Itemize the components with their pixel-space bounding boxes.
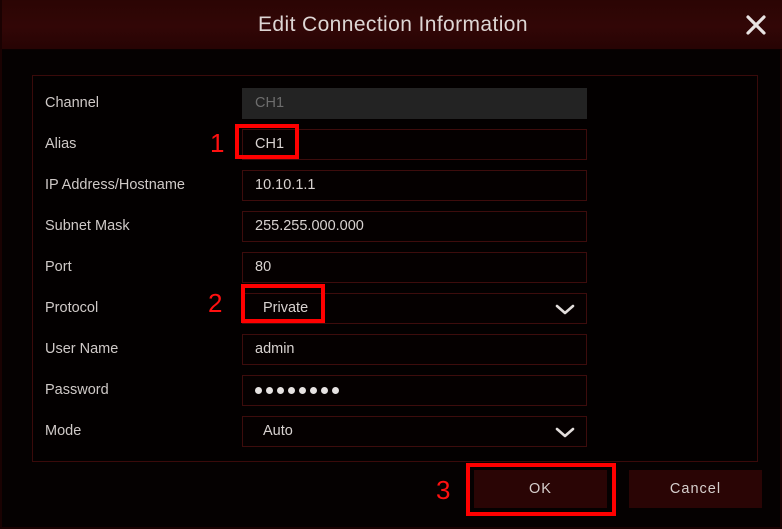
- channel-input: CH1: [242, 88, 587, 119]
- cancel-button[interactable]: Cancel: [629, 470, 762, 508]
- annotation-number-3: 3: [436, 475, 451, 505]
- dialog-titlebar: Edit Connection Information: [2, 0, 782, 50]
- user-name-value: admin: [255, 341, 295, 357]
- form-row-ip-address-hostname: IP Address/Hostname 10.10.1.1: [33, 165, 759, 206]
- label-subnet-mask: Subnet Mask: [45, 218, 130, 234]
- ip-address-hostname-value: 10.10.1.1: [255, 177, 316, 193]
- form-row-user-name: User Name admin: [33, 329, 759, 370]
- label-ip-address-hostname: IP Address/Hostname: [45, 177, 185, 193]
- label-user-name: User Name: [45, 341, 119, 357]
- label-protocol: Protocol: [45, 300, 99, 316]
- alias-input[interactable]: CH1: [242, 129, 587, 160]
- user-name-input[interactable]: admin: [242, 334, 587, 365]
- dialog-title: Edit Connection Information: [258, 13, 528, 36]
- label-mode: Mode: [45, 423, 82, 439]
- mode-value: Auto: [263, 423, 293, 439]
- subnet-mask-value: 255.255.000.000: [255, 218, 364, 234]
- label-port: Port: [45, 259, 72, 275]
- form-row-channel: Channel CH1: [33, 83, 759, 124]
- alias-value: CH1: [255, 136, 285, 152]
- channel-value: CH1: [255, 95, 285, 111]
- connection-form-panel: Channel CH1 Alias CH1 IP Address/Hostname 10.…: [32, 75, 758, 462]
- ok-button[interactable]: OK: [474, 470, 607, 508]
- close-icon[interactable]: [740, 10, 772, 40]
- form-row-port: Port 80: [33, 247, 759, 288]
- port-input[interactable]: 80: [242, 252, 587, 283]
- label-password: Password: [45, 382, 109, 398]
- label-alias: Alias: [45, 136, 77, 152]
- label-channel: Channel: [45, 95, 100, 111]
- form-row-protocol: Protocol Private: [33, 288, 759, 329]
- port-value: 80: [255, 259, 272, 275]
- protocol-value: Private: [263, 300, 309, 316]
- chevron-down-icon[interactable]: [554, 425, 576, 439]
- password-password-field[interactable]: [242, 375, 587, 406]
- form-row-alias: Alias CH1: [33, 124, 759, 165]
- form-row-mode: Mode Auto: [33, 411, 759, 452]
- protocol-dropdown[interactable]: Private: [242, 293, 587, 324]
- subnet-mask-input[interactable]: 255.255.000.000: [242, 211, 587, 242]
- edit-connection-dialog: Edit Connection Information Channel CH1 Al…: [0, 0, 782, 529]
- ip-address-hostname-input[interactable]: 10.10.1.1: [242, 170, 587, 201]
- form-row-subnet-mask: Subnet Mask 255.255.000.000: [33, 206, 759, 247]
- chevron-down-icon[interactable]: [554, 302, 576, 316]
- mode-dropdown[interactable]: Auto: [242, 416, 587, 447]
- password-mask-dots: [255, 376, 339, 405]
- form-row-password: Password: [33, 370, 759, 411]
